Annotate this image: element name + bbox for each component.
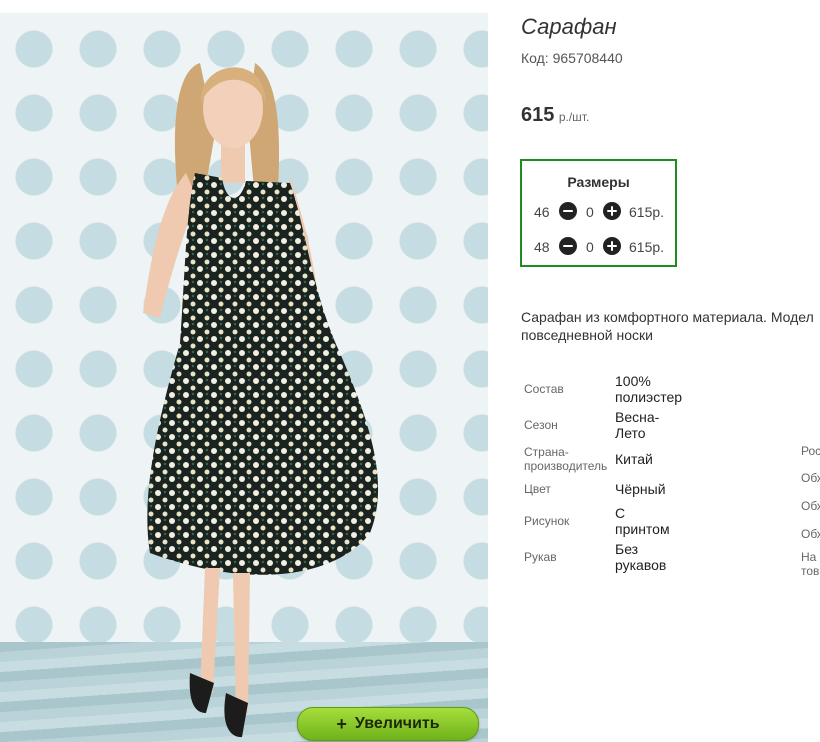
description-line: повседневной носки	[521, 327, 653, 343]
size-value: 46	[534, 204, 550, 220]
spec-value-line: Китай	[615, 451, 653, 467]
spec-label: Состав	[524, 382, 564, 396]
row-price: 615р.	[629, 239, 665, 255]
spec-label: Рисунок	[524, 514, 570, 528]
quantity-value: 0	[586, 239, 594, 255]
description-line: Сарафан из комфортного материала. Модел	[521, 309, 814, 325]
product-description: Сарафан из комфортного материала. Модел …	[521, 308, 820, 344]
spec-label: Цвет	[524, 482, 551, 496]
product-photo[interactable]: + Увеличить	[0, 13, 488, 742]
quantity-value: 0	[586, 204, 594, 220]
spec-label-cut: Обх	[801, 527, 820, 541]
spec-label: Рукав	[524, 550, 557, 564]
model-illustration	[143, 63, 379, 738]
spec-value-line: С	[615, 505, 626, 521]
price-unit: р./шт.	[558, 110, 590, 124]
minus-icon[interactable]	[559, 237, 577, 255]
spec-value-line: полиэстер	[615, 389, 683, 405]
spec-value-line: принтом	[615, 521, 670, 537]
size-row: 48 0 615р.	[522, 237, 675, 257]
product-title: Сарафан	[521, 14, 617, 39]
spec-value-line: Весна-	[615, 409, 660, 425]
spec-value: Весна- Лето	[615, 409, 705, 441]
spec-value: С принтом	[615, 505, 705, 537]
spec-value-line: Чёрный	[615, 481, 666, 497]
spec-label-cut: Обх	[801, 499, 820, 513]
row-price: 615р.	[629, 204, 665, 220]
sizes-box: Размеры 46 0 615р. 48 0 615р.	[520, 159, 677, 267]
spec-label: Страна- производитель	[524, 445, 607, 473]
spec-value: Без рукавов	[615, 541, 705, 573]
sizes-title: Размеры	[567, 174, 630, 190]
spec-label: Сезон	[524, 418, 558, 432]
spec-value: Чёрный	[615, 481, 705, 497]
spec-label-cut: Обх	[801, 471, 820, 485]
spec-label-line: Страна-	[524, 445, 569, 459]
spec-label-cut: тов	[801, 564, 820, 578]
spec-label-line: производитель	[524, 459, 608, 473]
product-price: 615 р./шт.	[521, 104, 589, 127]
zoom-button-label: Увеличить	[354, 715, 440, 732]
spec-value: 100% полиэстер	[615, 373, 705, 405]
spec-label-cut: Рос	[801, 444, 820, 458]
zoom-button[interactable]: + Увеличить	[297, 707, 479, 741]
spec-value-line: Лето	[615, 425, 646, 441]
spec-value-line: рукавов	[615, 557, 667, 573]
size-row: 46 0 615р.	[522, 202, 675, 222]
spec-value: Китай	[615, 451, 705, 467]
price-value: 615	[521, 104, 555, 126]
spec-value-line: Без	[615, 541, 639, 557]
plus-icon[interactable]	[603, 237, 621, 255]
minus-icon[interactable]	[559, 202, 577, 220]
spec-value-line: 100%	[615, 373, 651, 389]
size-value: 48	[534, 239, 550, 255]
spec-label-cut: На	[801, 550, 817, 564]
product-code: Код: 965708440	[521, 50, 623, 66]
plus-icon: +	[336, 714, 347, 734]
plus-icon[interactable]	[603, 202, 621, 220]
